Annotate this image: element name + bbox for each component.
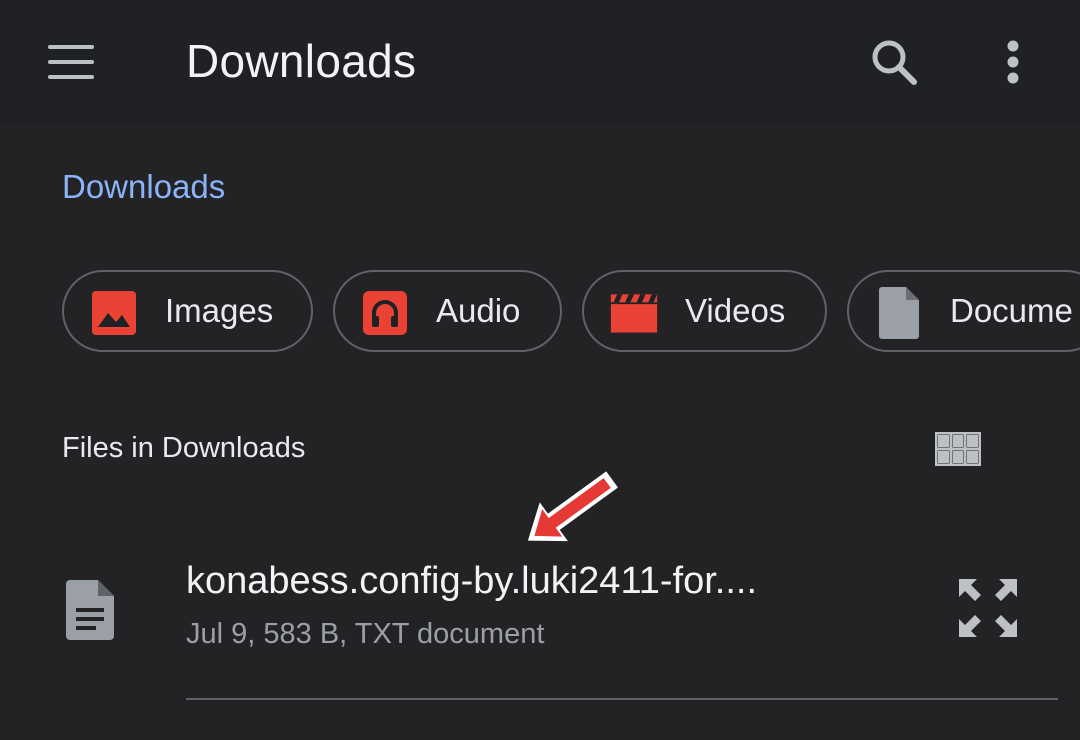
file-name: konabess.config-by.luki2411-for.... (186, 560, 758, 602)
file-list-item[interactable]: konabess.config-by.luki2411-for.... Jul … (0, 534, 1080, 694)
search-icon (872, 40, 917, 85)
hamburger-menu-icon (48, 45, 94, 79)
expand-icon (959, 579, 1017, 637)
file-details: Jul 9, 583 B, TXT document (186, 618, 545, 650)
chip-documents[interactable]: Docume (847, 270, 1080, 352)
page-title: Downloads (186, 35, 417, 87)
chip-label: Images (165, 292, 274, 329)
document-icon (875, 287, 923, 339)
image-icon (90, 289, 138, 337)
clapperboard-icon (610, 289, 658, 337)
text-file-icon (66, 580, 114, 640)
search-button[interactable] (858, 26, 930, 98)
annotation-arrow-icon (527, 471, 618, 542)
list-divider (186, 698, 1058, 700)
filter-chips: Images Audio Videos Docume (62, 270, 1080, 352)
headphones-icon (361, 289, 409, 337)
chip-videos[interactable]: Videos (582, 270, 827, 352)
more-vert-icon (1007, 40, 1019, 84)
app-bar: Downloads (0, 0, 1080, 124)
main-content: Downloads Images Audio Videos Docume Fil… (0, 124, 1080, 740)
chip-label: Audio (436, 292, 521, 329)
chip-images[interactable]: Images (62, 270, 313, 352)
chip-label: Videos (685, 292, 786, 329)
preview-button[interactable] (950, 570, 1026, 646)
more-options-button[interactable] (980, 26, 1046, 98)
breadcrumb[interactable]: Downloads (62, 168, 225, 206)
grid-view-button[interactable] (928, 424, 988, 474)
grid-view-icon (935, 432, 981, 466)
chip-label: Docume (950, 292, 1073, 329)
menu-button[interactable] (30, 26, 114, 98)
section-heading: Files in Downloads (62, 432, 306, 464)
chip-audio[interactable]: Audio (333, 270, 562, 352)
